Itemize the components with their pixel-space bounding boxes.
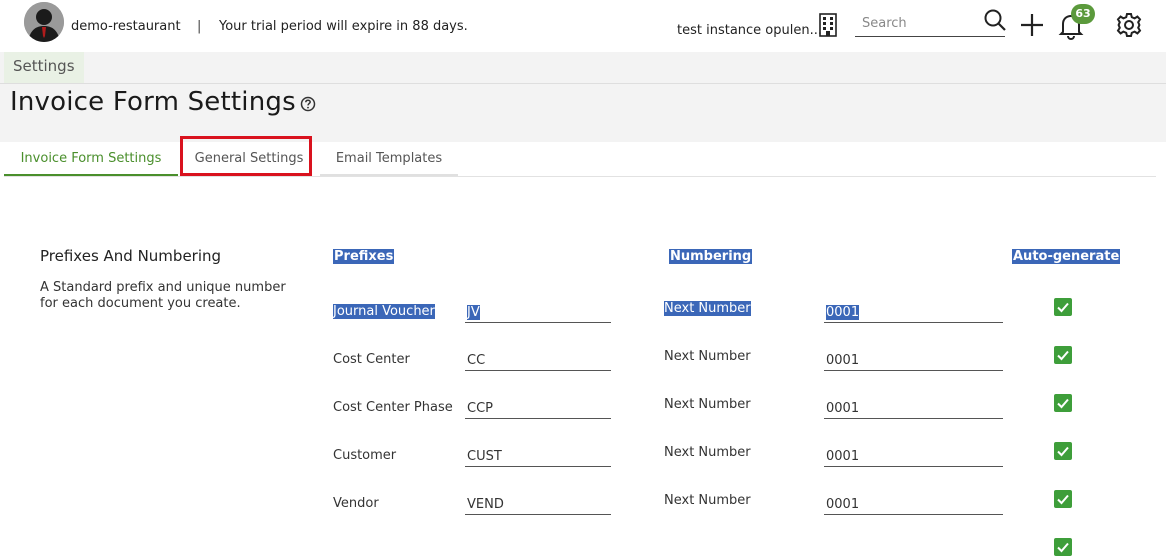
row-label-journal-voucher: Journal Voucher <box>333 304 435 319</box>
top-bar: demo-restaurant | Your trial period will… <box>0 0 1166 52</box>
number-value: 0001 <box>826 305 860 320</box>
prefix-value: CC <box>467 353 486 368</box>
row-label-vendor: Vendor <box>333 496 379 511</box>
search-icon[interactable] <box>983 8 1007 36</box>
auto-generate-checkbox-partial[interactable] <box>1054 538 1072 556</box>
next-number-label: Next Number <box>664 493 751 508</box>
user-avatar-icon <box>24 2 64 42</box>
section-description: A Standard prefix and unique number for … <box>40 280 286 311</box>
section-title: Prefixes And Numbering <box>40 247 222 265</box>
prefix-field-journal-voucher[interactable]: JV <box>465 302 611 323</box>
next-number-label: Next Number <box>664 445 751 460</box>
org-name: demo-restaurant <box>71 19 181 34</box>
number-value: 0001 <box>826 449 860 464</box>
tab-invoice-form-settings[interactable]: Invoice Form Settings <box>4 142 178 176</box>
check-icon <box>1057 542 1069 553</box>
prefix-value: CCP <box>467 401 493 416</box>
check-icon <box>1057 302 1069 313</box>
next-number-label: Next Number <box>664 397 751 412</box>
trial-notice: Your trial period will expire in 88 days… <box>219 19 468 34</box>
help-icon[interactable] <box>300 96 316 116</box>
header-separator: | <box>197 19 202 34</box>
number-field-cost-center[interactable]: 0001 <box>824 350 1003 371</box>
breadcrumb-settings[interactable]: Settings <box>4 52 84 83</box>
notification-count-badge: 63 <box>1071 4 1095 24</box>
column-header-auto-generate: Auto-generate <box>1012 249 1121 264</box>
breadcrumb-bar: Settings <box>0 52 1166 84</box>
prefix-value: CUST <box>467 449 502 464</box>
page-header: Invoice Form Settings <box>0 84 1166 142</box>
prefix-field-cost-center[interactable]: CC <box>465 350 611 371</box>
add-icon[interactable] <box>1019 12 1045 42</box>
check-icon <box>1057 494 1069 505</box>
number-value: 0001 <box>826 401 860 416</box>
auto-generate-checkbox-cost-center[interactable] <box>1054 346 1072 364</box>
prefix-value: VEND <box>467 497 504 512</box>
tab-general-settings[interactable]: General Settings <box>182 142 316 175</box>
row-label-customer: Customer <box>333 448 397 463</box>
column-header-numbering: Numbering <box>669 249 753 264</box>
number-field-vendor[interactable]: 0001 <box>824 494 1003 515</box>
next-number-label: Next Number <box>664 349 751 364</box>
number-field-customer[interactable]: 0001 <box>824 446 1003 467</box>
building-icon[interactable] <box>818 13 838 41</box>
check-icon <box>1057 446 1069 457</box>
prefix-field-vendor[interactable]: VEND <box>465 494 611 515</box>
auto-generate-checkbox-customer[interactable] <box>1054 442 1072 460</box>
check-icon <box>1057 350 1069 361</box>
next-number-label: Next Number <box>664 301 751 316</box>
auto-generate-checkbox-journal-voucher[interactable] <box>1054 298 1072 316</box>
instance-name[interactable]: test instance opulen... <box>677 23 822 38</box>
check-icon <box>1057 398 1069 409</box>
avatar[interactable] <box>24 2 64 42</box>
page-title: Invoice Form Settings <box>10 87 296 117</box>
row-label-cost-center-phase: Cost Center Phase <box>333 400 453 415</box>
number-field-journal-voucher[interactable]: 0001 <box>824 302 1003 323</box>
gear-icon[interactable] <box>1116 12 1142 42</box>
number-value: 0001 <box>826 353 860 368</box>
prefix-field-customer[interactable]: CUST <box>465 446 611 467</box>
number-field-cost-center-phase[interactable]: 0001 <box>824 398 1003 419</box>
settings-tabs: Invoice Form Settings General Settings E… <box>4 142 1156 177</box>
auto-generate-checkbox-cost-center-phase[interactable] <box>1054 394 1072 412</box>
prefix-field-cost-center-phase[interactable]: CCP <box>465 398 611 419</box>
number-value: 0001 <box>826 497 860 512</box>
tab-email-templates[interactable]: Email Templates <box>320 142 458 176</box>
column-header-prefixes: Prefixes <box>333 249 395 264</box>
row-label-cost-center: Cost Center <box>333 352 410 367</box>
search-input[interactable] <box>860 12 982 34</box>
prefix-value: JV <box>467 305 480 320</box>
auto-generate-checkbox-vendor[interactable] <box>1054 490 1072 508</box>
